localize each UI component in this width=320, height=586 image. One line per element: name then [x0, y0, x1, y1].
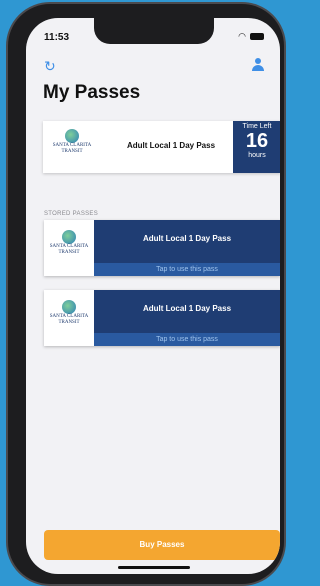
active-pass-card[interactable]: SANTA CLARITA TRANSIT Adult Local 1 Day … — [43, 121, 280, 173]
buy-passes-button[interactable]: Buy Passes — [44, 530, 280, 560]
time-left-label: Time Left — [242, 123, 272, 130]
transit-logo: SANTA CLARITA TRANSIT — [49, 129, 95, 167]
tap-to-use-button[interactable]: Tap to use this pass — [94, 263, 280, 276]
stored-pass-card[interactable]: SANTA CLARITA TRANSIT Adult Local 1 Day … — [44, 220, 280, 276]
stored-pass-name: Adult Local 1 Day Pass — [142, 304, 232, 313]
time-left-unit: hours — [248, 152, 266, 159]
stored-pass-band: Adult Local 1 Day Pass Tap to use this p… — [94, 220, 280, 276]
wifi-icon: ◠ — [238, 31, 246, 41]
refresh-icon[interactable]: ↻ — [44, 58, 56, 75]
home-indicator — [118, 566, 190, 569]
time-left-box: Time Left 16 hours — [233, 121, 280, 173]
app-screen: 11:53 ◠ ↻ My Passes SANTA CLARITA TRANSI… — [26, 18, 280, 574]
status-time: 11:53 — [44, 32, 70, 43]
transit-logo: SANTA CLARITA TRANSIT — [48, 230, 90, 268]
stored-passes-label: STORED PASSES — [44, 211, 99, 217]
tap-to-use-button[interactable]: Tap to use this pass — [94, 333, 280, 346]
status-indicators: ◠ — [238, 31, 264, 41]
page-title: My Passes — [43, 82, 141, 103]
stored-pass-name: Adult Local 1 Day Pass — [142, 234, 232, 243]
battery-icon — [250, 32, 264, 40]
stored-pass-band: Adult Local 1 Day Pass Tap to use this p… — [94, 290, 280, 346]
profile-icon[interactable] — [252, 58, 264, 72]
phone-frame: 11:53 ◠ ↻ My Passes SANTA CLARITA TRANSI… — [6, 2, 286, 586]
stored-pass-card[interactable]: SANTA CLARITA TRANSIT Adult Local 1 Day … — [44, 290, 280, 346]
transit-logo: SANTA CLARITA TRANSIT — [48, 300, 90, 338]
notch — [94, 18, 214, 44]
time-left-value: 16 — [245, 130, 269, 152]
active-pass-name: Adult Local 1 Day Pass — [126, 141, 216, 150]
